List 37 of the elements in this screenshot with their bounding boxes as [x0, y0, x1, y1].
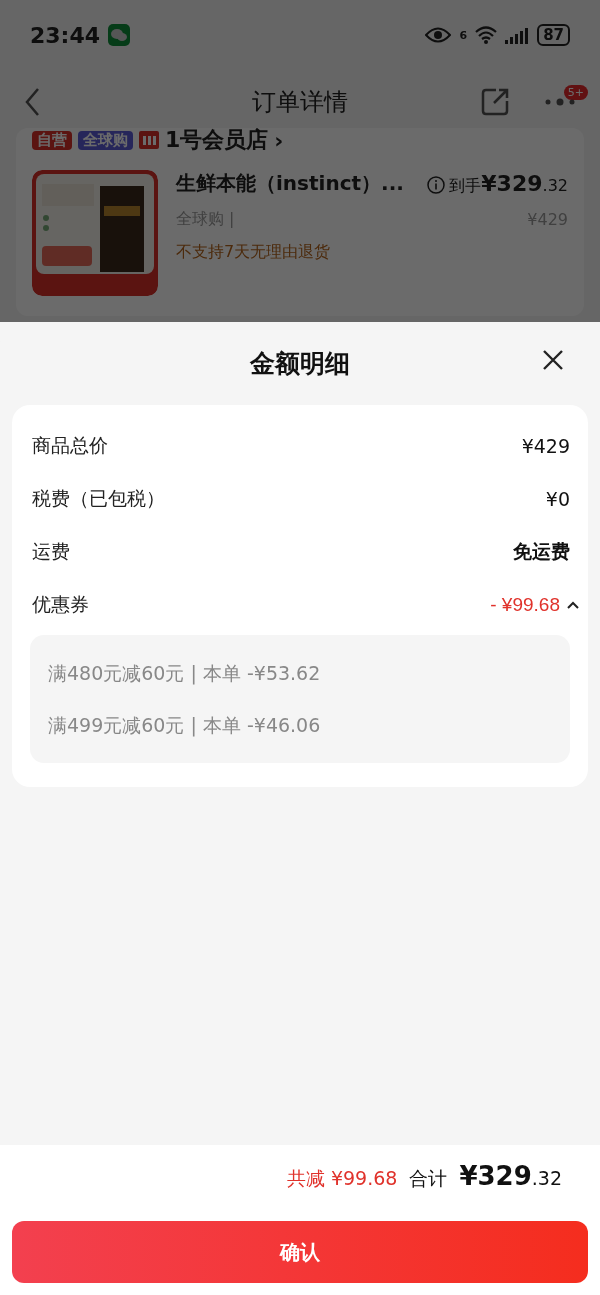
status-time: 23:44	[30, 22, 101, 48]
info-icon[interactable]	[427, 175, 446, 194]
back-button[interactable]	[24, 87, 40, 117]
caret-icon	[566, 599, 580, 610]
signal-icon	[505, 26, 530, 44]
row-value: 免运费	[513, 538, 570, 564]
coupon-line: 满480元减60元 | 本单 -¥53.62	[48, 661, 322, 687]
eye-icon	[425, 26, 452, 44]
row-label: 运费	[32, 538, 70, 564]
row-label: 优惠券	[32, 591, 89, 617]
wifi-generation-label: 6	[459, 28, 468, 42]
row-label: 税费（已包税）	[32, 485, 165, 511]
total-amount: ¥329.32	[459, 1161, 562, 1191]
confirm-button[interactable]: 确认	[12, 1221, 588, 1283]
coupon-toggle[interactable]: - ¥99.68	[490, 593, 580, 616]
chat-app-icon	[108, 24, 131, 46]
shop-name[interactable]: 1号会员店	[165, 128, 269, 152]
share-button[interactable]	[480, 87, 510, 117]
page-title: 订单详情	[252, 87, 348, 118]
wifi-icon	[475, 26, 498, 44]
shop-tag: 全球购	[78, 130, 133, 150]
row-value: ¥0	[545, 487, 570, 510]
final-price: 到手¥329.32	[427, 170, 568, 197]
notification-badge: 5+	[563, 85, 588, 100]
total-label: 合计	[409, 1166, 448, 1191]
row-label: 商品总价	[32, 432, 108, 458]
battery-level: 87	[537, 24, 570, 46]
row-value: ¥429	[521, 434, 570, 457]
chevron-icon: ›	[274, 128, 284, 152]
close-button[interactable]	[542, 349, 564, 371]
total-savings: 共减 ¥99.68	[286, 1166, 398, 1191]
sheet-title: 金额明细	[250, 347, 350, 380]
store-logo-icon	[139, 131, 159, 149]
coupon-line: 满499元减60元 | 本单 -¥46.06	[48, 713, 322, 739]
product-name: 生鲜本能（instinct）...	[176, 170, 404, 197]
shop-tag: 自营	[32, 130, 72, 150]
return-notice: 不支持7天无理由退货	[176, 242, 332, 263]
